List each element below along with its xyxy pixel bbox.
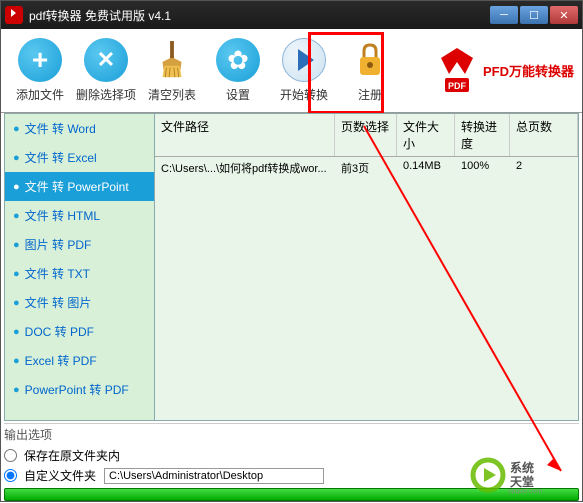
register-button[interactable]: 注册 (339, 34, 401, 108)
settings-button[interactable]: 设置 (207, 34, 269, 108)
sidebar-item-8[interactable]: Excel 转 PDF (5, 346, 154, 375)
svg-text:天堂: 天堂 (510, 474, 534, 489)
x-icon (84, 38, 128, 82)
app-icon (5, 6, 23, 24)
delete-selection-button[interactable]: 删除选择项 (75, 34, 137, 108)
broom-icon (150, 38, 194, 82)
sidebar-item-4[interactable]: 图片 转 PDF (5, 230, 154, 259)
output-title: 输出选项 (4, 423, 579, 443)
brand-text: PFD万能转换器 (483, 61, 574, 80)
pdf-brand-icon: PDF (435, 46, 479, 96)
svg-text:xpgod.com: xpgod.com (508, 488, 542, 494)
file-list-header: 文件路径 页数选择 文件大小 转换进度 总页数 (155, 114, 578, 157)
sidebar-item-7[interactable]: DOC 转 PDF (5, 317, 154, 346)
plus-icon (18, 38, 62, 82)
sidebar-item-1[interactable]: 文件 转 Excel (5, 143, 154, 172)
sidebar-item-3[interactable]: 文件 转 HTML (5, 201, 154, 230)
col-pages[interactable]: 页数选择 (335, 114, 397, 156)
clear-label: 清空列表 (148, 86, 196, 103)
toolbar: 添加文件 删除选择项 清空列表 设置 开始转换 注册 P (1, 29, 582, 113)
sidebar-item-9[interactable]: PowerPoint 转 PDF (5, 375, 154, 404)
svg-text:PDF: PDF (448, 81, 467, 91)
settings-label: 设置 (226, 86, 250, 103)
brand: PDF PFD万能转换器 (435, 46, 574, 96)
titlebar: pdf转换器 免费试用版 v4.1 ─ ☐ ✕ (1, 1, 582, 29)
sidebar-item-0[interactable]: 文件 转 Word (5, 114, 154, 143)
play-icon (282, 38, 326, 82)
col-progress[interactable]: 转换进度 (455, 114, 510, 156)
watermark: 系统天堂xpgod.com (470, 456, 580, 499)
custom-folder-radio[interactable] (4, 469, 17, 482)
lock-icon (348, 38, 392, 82)
sidebar-item-6[interactable]: 文件 转 图片 (5, 288, 154, 317)
sidebar-item-5[interactable]: 文件 转 TXT (5, 259, 154, 288)
window-title: pdf转换器 免费试用版 v4.1 (29, 7, 490, 24)
svg-text:系统: 系统 (510, 460, 534, 475)
sidebar: 文件 转 Word文件 转 Excel文件 转 PowerPoint文件 转 H… (5, 114, 155, 420)
add-label: 添加文件 (16, 86, 64, 103)
gear-icon (216, 38, 260, 82)
col-total[interactable]: 总页数 (510, 114, 578, 156)
col-path[interactable]: 文件路径 (155, 114, 335, 156)
start-label: 开始转换 (280, 86, 328, 103)
minimize-button[interactable]: ─ (490, 6, 518, 24)
register-label: 注册 (358, 86, 382, 103)
file-area: 文件路径 页数选择 文件大小 转换进度 总页数 C:\Users\...\如何将… (155, 114, 578, 420)
col-size[interactable]: 文件大小 (397, 114, 455, 156)
table-row[interactable]: C:\Users\...\如何将pdf转换成wor...前3页0.14MB100… (155, 157, 578, 179)
delete-label: 删除选择项 (76, 86, 136, 103)
custom-path-field[interactable]: C:\Users\Administrator\Desktop (104, 468, 324, 484)
save-original-label: 保存在原文件夹内 (24, 447, 120, 464)
sidebar-item-2[interactable]: 文件 转 PowerPoint (5, 172, 154, 201)
custom-folder-label: 自定义文件夹 (24, 467, 96, 484)
clear-list-button[interactable]: 清空列表 (141, 34, 203, 108)
close-button[interactable]: ✕ (550, 6, 578, 24)
save-original-radio[interactable] (4, 449, 17, 462)
add-file-button[interactable]: 添加文件 (9, 34, 71, 108)
maximize-button[interactable]: ☐ (520, 6, 548, 24)
start-convert-button[interactable]: 开始转换 (273, 34, 335, 108)
